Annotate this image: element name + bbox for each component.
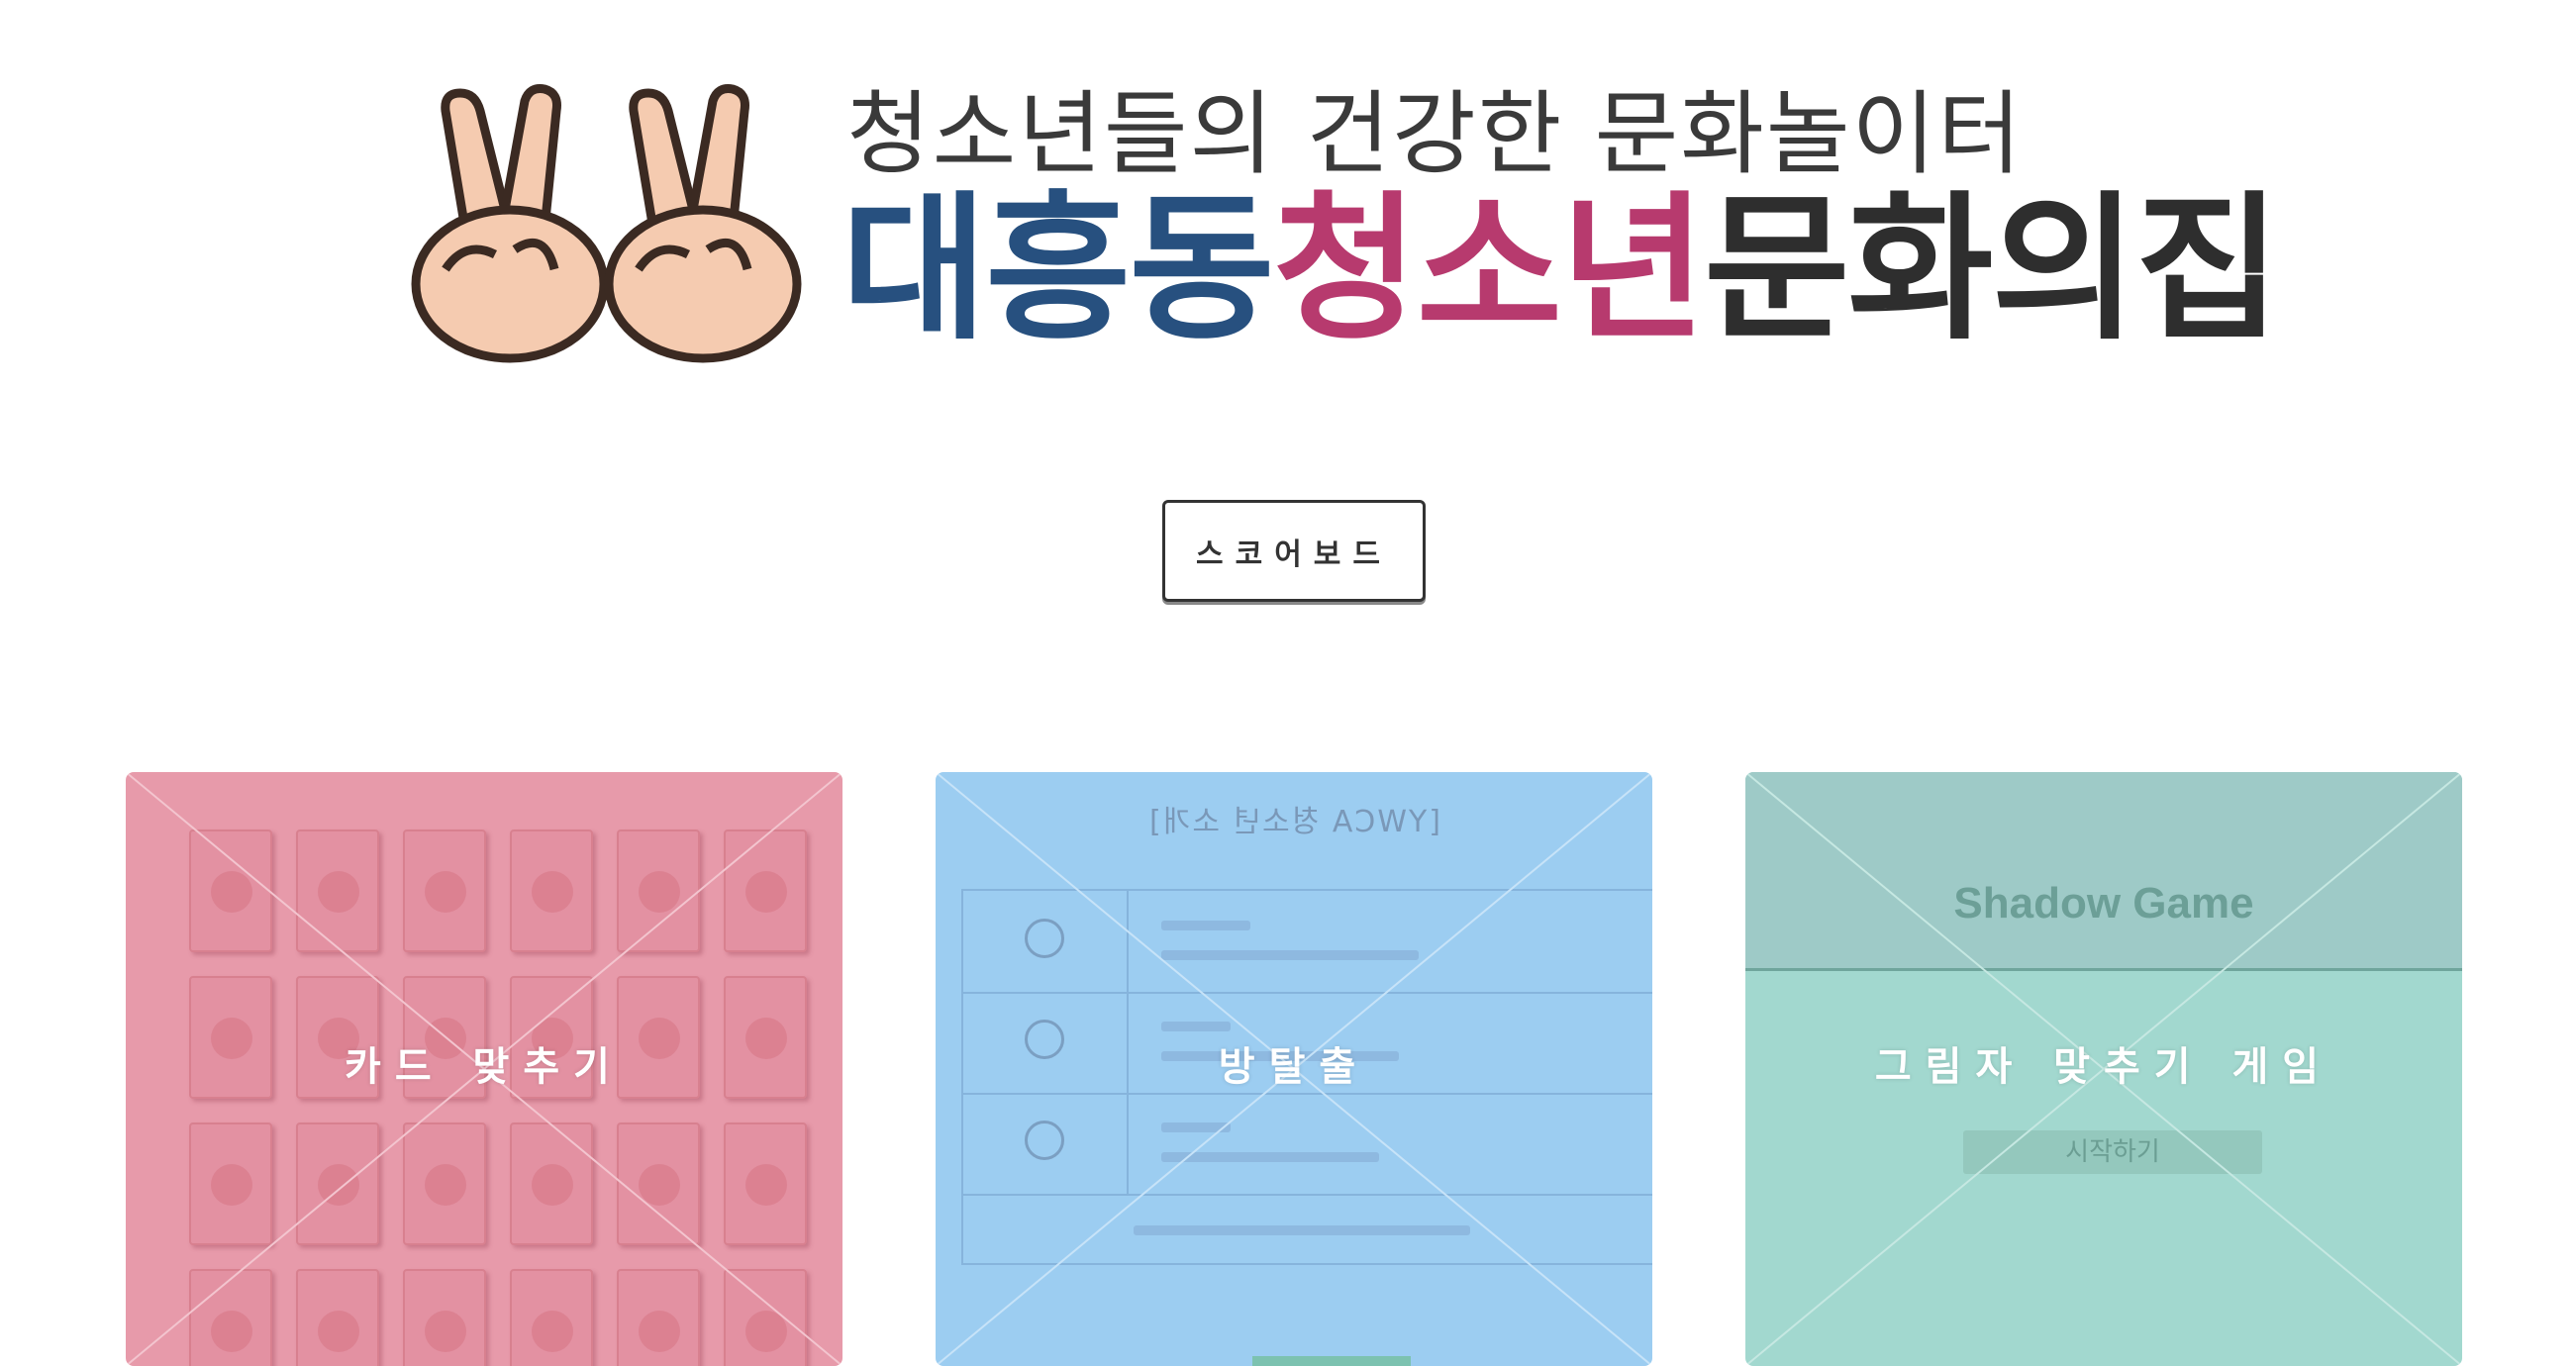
peace-hands-icon (411, 84, 802, 363)
game-card-shadow[interactable]: Shadow Game 시작하기 그림자 맞추기 게임 (1745, 772, 2462, 1366)
game-card-escape-room[interactable]: [YWCA 청소년 소개] 방탈출 (936, 772, 1652, 1366)
logo-title-part1: 대흥동 (842, 176, 1275, 361)
game-card-label: 방탈출 (1218, 1044, 1370, 1090)
logo-title: 대흥동청소년문화의집 (842, 190, 2281, 348)
scoreboard-button[interactable]: 스코어보드 (1162, 500, 1426, 602)
logo-subtitle: 청소년들의 건강한 문화놀이터 (846, 81, 2024, 187)
game-card-memory[interactable]: 카드 맞추기 (126, 772, 842, 1366)
logo-title-part3: 문화의집 (1704, 176, 2281, 361)
game-card-label: 그림자 맞추기 게임 (1874, 1044, 2333, 1090)
game-card-label: 카드 맞추기 (345, 1044, 624, 1090)
site-logo[interactable]: 청소년들의 건강한 문화놀이터 대흥동청소년문화의집 (406, 81, 2281, 368)
logo-title-part2: 청소년 (1272, 176, 1707, 361)
